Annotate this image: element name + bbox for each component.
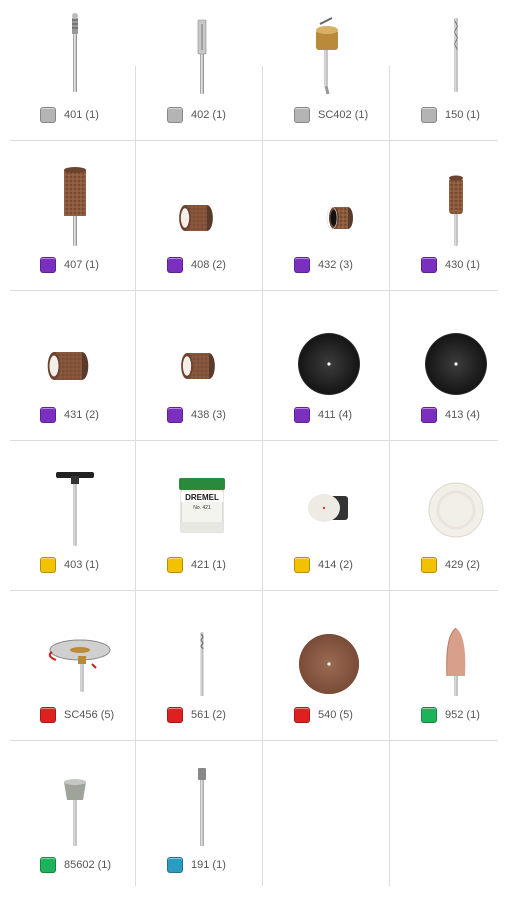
accessory-item[interactable]: DREMEL No. 421 421 (1): [135, 450, 262, 600]
category-color-swatch: [167, 407, 183, 423]
accessory-grid: 401 (1) 402 (1) SC402 (1) 150 (1) 407 (1…: [0, 0, 519, 906]
category-color-swatch: [421, 707, 437, 723]
accessory-label: 191 (1): [191, 859, 226, 871]
cutting-bit-icon: [157, 606, 247, 696]
accessory-item[interactable]: 952 (1): [389, 600, 516, 750]
mandrel-screw-icon: [30, 6, 120, 96]
accessory-label: 150 (1): [445, 109, 480, 121]
svg-text:No. 421: No. 421: [193, 505, 211, 511]
accessory-item[interactable]: 191 (1): [135, 750, 262, 900]
accessory-label: 85602 (1): [64, 859, 112, 871]
sanding-drum-small-icon: [411, 156, 501, 246]
category-color-swatch: [167, 257, 183, 273]
category-color-swatch: [40, 707, 56, 723]
category-color-swatch: [421, 257, 437, 273]
accessory-item[interactable]: 413 (4): [389, 300, 516, 450]
cut-off-wheel-icon: [284, 606, 374, 696]
speedclic-cutting-wheel-icon: [30, 606, 120, 696]
category-color-swatch: [294, 107, 310, 123]
sanding-band-coarse-icon: [157, 156, 247, 246]
category-color-swatch: [40, 107, 56, 123]
accessory-item[interactable]: 561 (2): [135, 600, 262, 750]
category-color-swatch: [167, 557, 183, 573]
accessory-item[interactable]: 438 (3): [135, 300, 262, 450]
accessory-label: 403 (1): [64, 559, 99, 571]
accessory-label: 408 (2): [191, 259, 226, 271]
category-color-swatch: [294, 557, 310, 573]
t-mandrel-icon: [30, 456, 120, 546]
accessory-label: 402 (1): [191, 109, 226, 121]
category-color-swatch: [40, 857, 56, 873]
accessory-label: 414 (2): [318, 559, 353, 571]
sharpening-stone-icon: [30, 756, 120, 846]
sanding-band-small-icon: [284, 156, 374, 246]
polishing-compound-icon: DREMEL No. 421: [157, 456, 247, 546]
category-color-swatch: [167, 857, 183, 873]
accessory-item[interactable]: 411 (4): [262, 300, 389, 450]
accessory-item[interactable]: 85602 (1): [8, 750, 135, 900]
accessory-item[interactable]: 540 (5): [262, 600, 389, 750]
accessory-item[interactable]: 402 (1): [135, 0, 262, 150]
accessory-item[interactable]: 407 (1): [8, 150, 135, 300]
accessory-label: SC402 (1): [318, 109, 369, 121]
category-color-swatch: [294, 257, 310, 273]
accessory-item[interactable]: SC456 (5): [8, 600, 135, 750]
accessory-item[interactable]: 150 (1): [389, 0, 516, 150]
accessory-label: 407 (1): [64, 259, 99, 271]
accessory-label: 432 (3): [318, 259, 353, 271]
accessory-item[interactable]: 429 (2): [389, 450, 516, 600]
accessory-item[interactable]: SC402 (1): [262, 0, 389, 150]
category-color-swatch: [167, 707, 183, 723]
accessory-item[interactable]: 403 (1): [8, 450, 135, 600]
accessory-label: 430 (1): [445, 259, 480, 271]
sanding-drum-icon: [30, 156, 120, 246]
grinding-stone-icon: [411, 606, 501, 696]
router-bit-icon: [157, 756, 247, 846]
accessory-label: 411 (4): [318, 409, 353, 421]
sanding-band-medium-icon: [157, 306, 247, 396]
accessory-item[interactable]: 430 (1): [389, 150, 516, 300]
sanding-band-fine-icon: [30, 306, 120, 396]
accessory-item[interactable]: 408 (2): [135, 150, 262, 300]
category-color-swatch: [294, 707, 310, 723]
category-color-swatch: [421, 407, 437, 423]
category-color-swatch: [40, 407, 56, 423]
accessory-item[interactable]: 431 (2): [8, 300, 135, 450]
accessory-label: 429 (2): [445, 559, 480, 571]
accessory-item[interactable]: 414 (2): [262, 450, 389, 600]
accessory-label: 421 (1): [191, 559, 226, 571]
accessory-label: 540 (5): [318, 709, 353, 721]
accessory-label: 431 (2): [64, 409, 99, 421]
category-color-swatch: [40, 557, 56, 573]
category-color-swatch: [421, 557, 437, 573]
sanding-disc-large-icon: [411, 306, 501, 396]
sanding-disc-icon: [284, 306, 374, 396]
category-color-swatch: [421, 107, 437, 123]
svg-text:DREMEL: DREMEL: [185, 493, 219, 502]
felt-polishing-disc-icon: [411, 456, 501, 546]
speedclic-mandrel-icon: [284, 6, 374, 96]
category-color-swatch: [40, 257, 56, 273]
accessory-label: 401 (1): [64, 109, 99, 121]
accessory-label: 413 (4): [445, 409, 480, 421]
accessory-item[interactable]: 401 (1): [8, 0, 135, 150]
accessory-label: 952 (1): [445, 709, 480, 721]
felt-polishing-wheel-icon: [284, 456, 374, 546]
category-color-swatch: [167, 107, 183, 123]
drill-bit-icon: [411, 6, 501, 96]
accessory-label: 438 (3): [191, 409, 226, 421]
accessory-label: 561 (2): [191, 709, 226, 721]
accessory-label: SC456 (5): [64, 709, 115, 721]
accessory-item[interactable]: 432 (3): [262, 150, 389, 300]
category-color-swatch: [294, 407, 310, 423]
mandrel-plain-icon: [157, 6, 247, 96]
